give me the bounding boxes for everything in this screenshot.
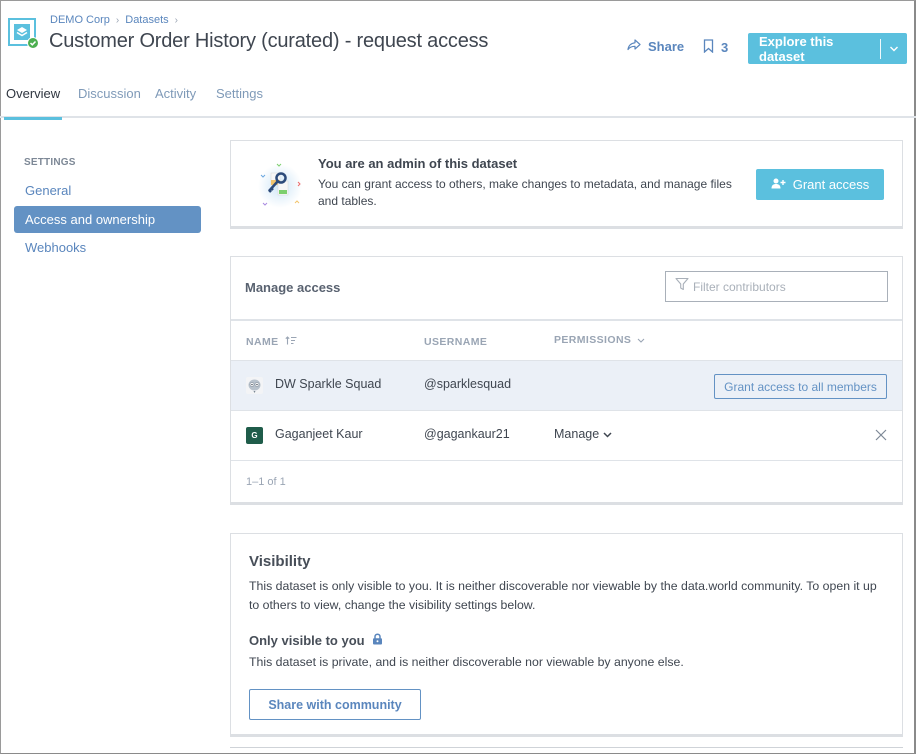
table-row: DW Sparkle Squad @sparklesquad Grant acc… bbox=[231, 360, 902, 410]
column-header-username: USERNAME bbox=[424, 336, 488, 348]
member-username: @gagankaur21 bbox=[424, 427, 510, 441]
page-title: Customer Order History (curated) - reque… bbox=[49, 30, 489, 52]
dataset-layers-icon bbox=[8, 18, 39, 49]
owl-avatar bbox=[246, 377, 263, 394]
sidebar-item-webhooks[interactable]: Webhooks bbox=[14, 234, 201, 261]
breadcrumb-separator: › bbox=[115, 14, 120, 26]
sidebar-item-label: Access and ownership bbox=[25, 212, 156, 227]
chevron-down-icon bbox=[637, 334, 645, 346]
sidebar-item-label: Webhooks bbox=[25, 240, 87, 255]
close-icon[interactable] bbox=[874, 428, 888, 442]
visibility-status-title: Only visible to you bbox=[249, 633, 365, 648]
avatar: G bbox=[246, 427, 263, 444]
admin-notice-card: You are an admin of this dataset You can… bbox=[230, 140, 903, 229]
table-header: NAME USERNAME PERMISSIONS bbox=[231, 319, 902, 361]
bookmark-count: 3 bbox=[721, 40, 729, 55]
explore-label: Explore this dataset bbox=[759, 33, 834, 64]
grant-access-button[interactable]: Grant access bbox=[756, 169, 884, 200]
share-label: Share bbox=[648, 39, 685, 54]
admin-key-illustration-icon bbox=[253, 159, 307, 213]
visibility-status: Only visible to you bbox=[249, 633, 383, 648]
sidebar-section-title: SETTINGS bbox=[24, 157, 76, 168]
admin-notice-description: You can grant access to others, make cha… bbox=[318, 177, 732, 208]
visibility-description: This dataset is only visible to you. It … bbox=[249, 579, 877, 612]
column-header-name-label: NAME bbox=[246, 336, 279, 348]
tab-bar: Overview Discussion Activity Settings bbox=[0, 86, 916, 120]
breadcrumb: DEMO Corp › Datasets › bbox=[50, 14, 178, 26]
filter-funnel-icon bbox=[675, 277, 689, 296]
visibility-card: Visibility This dataset is only visible … bbox=[230, 533, 903, 737]
tab-settings[interactable]: Settings bbox=[216, 86, 263, 118]
breadcrumb-separator: › bbox=[174, 14, 179, 26]
filter-contributors-field[interactable] bbox=[665, 271, 888, 302]
divider bbox=[230, 747, 903, 748]
sidebar-item-access-ownership[interactable]: Access and ownership bbox=[14, 206, 201, 233]
tab-activity[interactable]: Activity bbox=[155, 86, 196, 118]
member-name: Gaganjeet Kaur bbox=[275, 427, 363, 441]
visibility-title: Visibility bbox=[249, 553, 311, 570]
avatar-letter: G bbox=[251, 431, 258, 440]
filter-contributors-input[interactable] bbox=[693, 279, 873, 294]
sort-icon[interactable] bbox=[284, 336, 297, 348]
chevron-down-icon bbox=[603, 427, 612, 441]
manage-access-title: Manage access bbox=[245, 280, 341, 295]
manage-access-card: Manage access NAME USERNAME PERMISSIONS … bbox=[230, 256, 903, 505]
grant-access-label: Grant access bbox=[792, 177, 870, 192]
bookmark-icon bbox=[703, 39, 714, 56]
member-name: DW Sparkle Squad bbox=[275, 377, 382, 391]
share-with-community-button[interactable]: Share with community bbox=[249, 689, 421, 720]
breadcrumb-org-link[interactable]: DEMO Corp bbox=[50, 14, 110, 26]
share-button[interactable]: Share bbox=[627, 39, 684, 54]
check-circle-icon bbox=[27, 37, 39, 49]
sidebar-item-label: General bbox=[25, 183, 72, 198]
breadcrumb-datasets-link[interactable]: Datasets bbox=[125, 14, 168, 26]
table-row: G Gaganjeet Kaur @gagankaur21 Manage bbox=[231, 410, 902, 460]
chevron-down-icon[interactable] bbox=[881, 46, 907, 52]
permission-dropdown[interactable]: Manage bbox=[554, 427, 612, 441]
explore-dataset-button[interactable]: Explore this dataset bbox=[748, 33, 907, 64]
pagination-status: 1–1 of 1 bbox=[246, 476, 286, 488]
sidebar-item-general[interactable]: General bbox=[14, 177, 201, 204]
divider bbox=[231, 460, 902, 461]
bookmark-button[interactable]: 3 bbox=[703, 39, 728, 56]
permission-value: Manage bbox=[554, 427, 600, 441]
add-user-icon bbox=[771, 177, 786, 192]
column-header-permissions-label: PERMISSIONS bbox=[554, 334, 632, 346]
column-header-permissions[interactable]: PERMISSIONS bbox=[554, 334, 645, 346]
share-arrow-icon bbox=[627, 39, 641, 54]
column-header-name[interactable]: NAME bbox=[246, 336, 297, 348]
visibility-status-description: This dataset is private, and is neither … bbox=[249, 655, 684, 669]
tab-discussion[interactable]: Discussion bbox=[78, 86, 141, 118]
grant-access-all-members-button[interactable]: Grant access to all members bbox=[714, 374, 887, 399]
button-divider bbox=[880, 38, 881, 59]
member-username: @sparklesquad bbox=[424, 377, 512, 391]
admin-notice-title: You are an admin of this dataset bbox=[318, 156, 518, 171]
lock-icon bbox=[372, 633, 383, 648]
tab-overview[interactable]: Overview bbox=[3, 86, 63, 120]
